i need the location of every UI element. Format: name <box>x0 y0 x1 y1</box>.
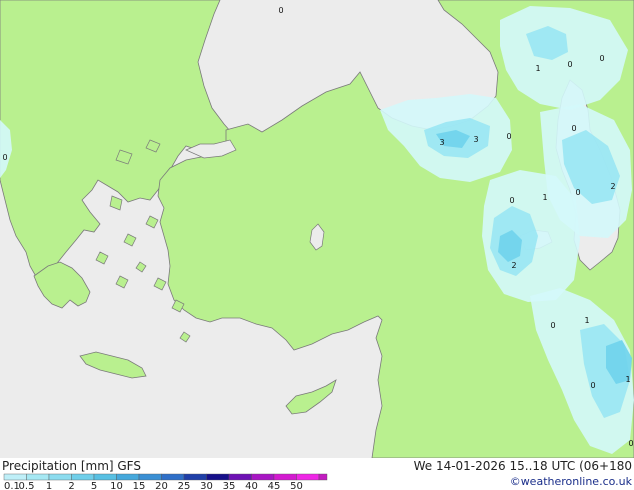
map-label: 0 <box>590 381 595 390</box>
legend-tick-label: 5 <box>91 481 97 490</box>
legend-tick-label: 20 <box>155 481 168 490</box>
credit-link[interactable]: ©weatheronline.co.uk <box>510 475 632 488</box>
legend-swatch <box>48 473 72 481</box>
precipitation-color-scale: 0.10.5 1 2 5 10 15 20 25 30 35 40 45 50 <box>3 473 328 490</box>
map-label: 0 <box>509 196 514 205</box>
legend-tick-label: 25 <box>178 481 191 490</box>
legend-swatch <box>161 473 185 481</box>
map-label: 0 <box>571 124 576 133</box>
map-label: 0 <box>575 188 580 197</box>
map-label: 1 <box>535 64 540 73</box>
legend-swatch <box>116 473 140 481</box>
legend-swatch <box>93 473 117 481</box>
legend-swatch <box>228 473 252 481</box>
legend-swatch <box>206 473 230 481</box>
legend-tick-label: 35 <box>223 481 236 490</box>
legend-swatch <box>71 473 95 481</box>
legend-swatch <box>138 473 162 481</box>
map-label: 0 <box>506 132 511 141</box>
legend-tick-label: 45 <box>268 481 281 490</box>
map-label: 1 <box>542 193 547 202</box>
legend-swatch <box>296 473 320 481</box>
legend-swatch <box>251 473 275 481</box>
legend-tick-label: 30 <box>200 481 213 490</box>
legend-swatch <box>318 473 328 481</box>
legend-tick-label: 10 <box>110 481 123 490</box>
legend-swatch <box>26 473 50 481</box>
legend-tick-label: 2 <box>68 481 74 490</box>
map-label: 3 <box>439 138 444 147</box>
map-label: 1 <box>584 316 589 325</box>
map-title: Precipitation [mm] GFS <box>2 459 141 473</box>
map-label: 1 <box>625 375 630 384</box>
map-label: 0 <box>599 54 604 63</box>
map-label: 0 <box>567 60 572 69</box>
legend-swatch <box>273 473 297 481</box>
map-footer: Precipitation [mm] GFS We 14-01-2026 15.… <box>0 458 634 490</box>
legend-tick-label: 1 <box>46 481 52 490</box>
legend-tick-label: 0.5 <box>19 481 35 490</box>
legend-tick-label: 0.1 <box>4 481 20 490</box>
legend-swatch <box>183 473 207 481</box>
map-label: 0 <box>550 321 555 330</box>
map-label: 2 <box>610 182 615 191</box>
legend-swatch <box>3 473 27 481</box>
legend-tick-label: 40 <box>245 481 258 490</box>
map-label: 0 <box>2 153 7 162</box>
map-label: 0 <box>628 439 633 448</box>
legend-tick-label: 50 <box>290 481 303 490</box>
legend-tick-label: 15 <box>133 481 146 490</box>
map-label: 0 <box>278 6 283 15</box>
map-label: 2 <box>511 261 516 270</box>
precipitation-map: 0 0 1 0 0 3 3 0 0 0 2 0 1 2 0 1 0 1 0 <box>0 0 634 458</box>
map-label: 3 <box>473 135 478 144</box>
valid-time: We 14-01-2026 15..18 UTC (06+180 <box>413 459 632 473</box>
